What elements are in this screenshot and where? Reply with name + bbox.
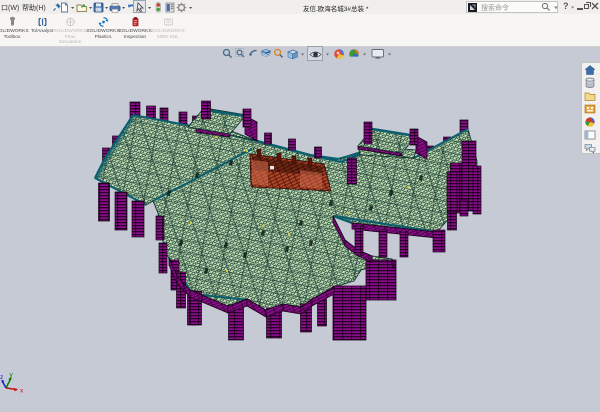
svg-text:x: x <box>20 388 24 395</box>
svg-text:z: z <box>0 374 3 381</box>
svg-text:y: y <box>10 372 14 379</box>
